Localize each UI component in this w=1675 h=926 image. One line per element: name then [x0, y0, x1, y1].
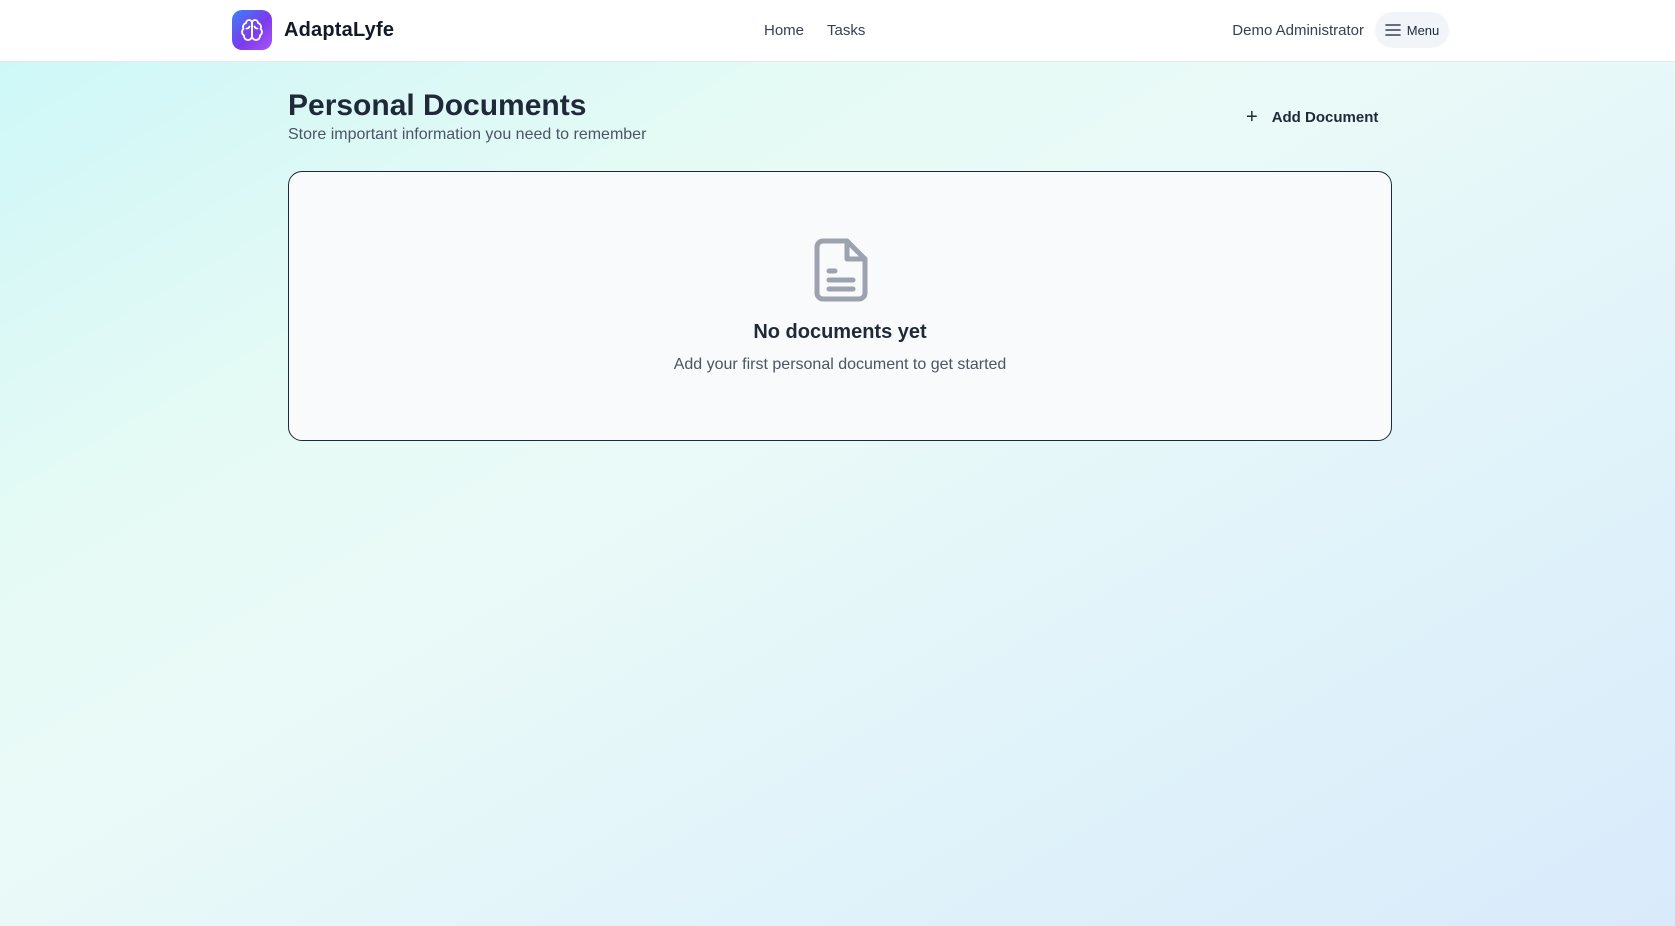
page-title: Personal Documents: [288, 89, 587, 122]
add-document-button[interactable]: + Add Document: [1236, 100, 1394, 134]
top-navbar: AdaptaLyfe Home Tasks Demo Administrator…: [0, 0, 1675, 62]
menu-button[interactable]: Menu: [1375, 12, 1449, 48]
menu-button-label: Menu: [1406, 22, 1440, 38]
main-nav: Home Tasks: [764, 0, 888, 61]
user-name: Demo Administrator: [1232, 22, 1364, 39]
hamburger-icon: [1384, 24, 1401, 36]
nav-link-home[interactable]: Home: [764, 22, 804, 39]
brand-name: AdaptaLyfe: [284, 18, 395, 41]
nav-link-tasks[interactable]: Tasks: [827, 22, 865, 39]
brand[interactable]: AdaptaLyfe: [232, 10, 394, 50]
empty-state-card: No documents yet Add your first personal…: [288, 171, 1392, 441]
document-icon: [814, 238, 868, 302]
page-subtitle: Store important information you need to …: [288, 126, 647, 143]
plus-icon: +: [1246, 106, 1258, 128]
brain-icon: [232, 10, 272, 50]
empty-state-title: No documents yet: [753, 321, 927, 343]
add-document-label: Add Document: [1271, 108, 1379, 126]
empty-state-text: Add your first personal document to get …: [673, 356, 1007, 373]
